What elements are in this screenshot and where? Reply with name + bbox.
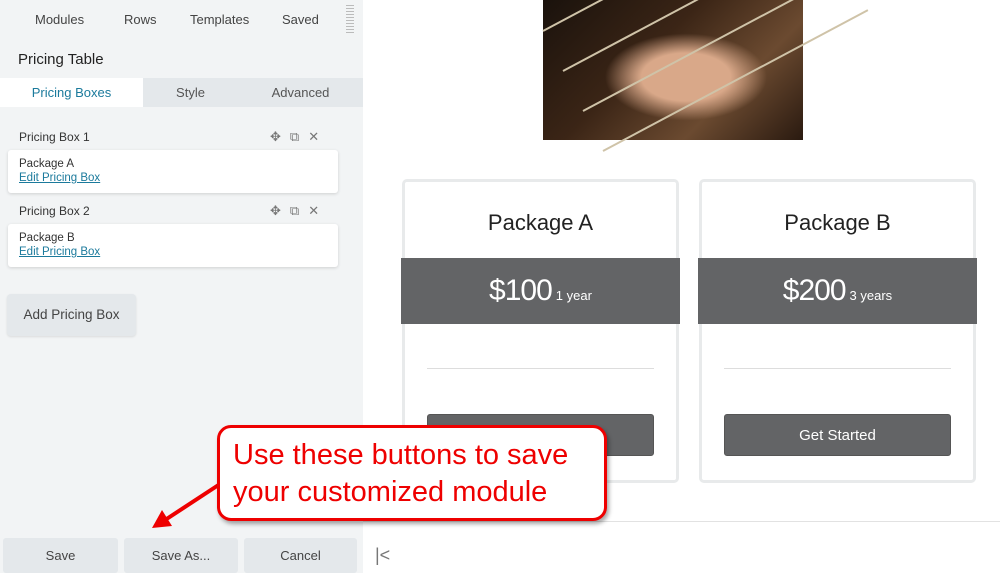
drag-handle-icon[interactable] bbox=[346, 5, 354, 35]
save-button[interactable]: Save bbox=[3, 538, 118, 573]
edit-pricing-box-link[interactable]: Edit Pricing Box bbox=[19, 171, 327, 185]
pricing-box-header: Pricing Box 1 bbox=[19, 130, 90, 144]
move-icon[interactable]: ✥ bbox=[270, 203, 281, 219]
edit-pricing-box-link[interactable]: Edit Pricing Box bbox=[19, 245, 327, 259]
price-band: $200 3 years bbox=[698, 258, 977, 324]
copy-icon[interactable]: ⧉ bbox=[290, 203, 299, 219]
copy-icon[interactable]: ⧉ bbox=[290, 129, 299, 145]
divider bbox=[724, 368, 951, 369]
price: $200 bbox=[782, 274, 847, 307]
callout-line: Use these buttons to save bbox=[233, 439, 569, 471]
guitar-photo bbox=[542, 0, 869, 152]
period: 1 year bbox=[555, 288, 592, 303]
pricing-box-b: Package B $200 3 years Get Started bbox=[698, 179, 977, 483]
nav-templates[interactable]: Templates bbox=[190, 12, 249, 27]
move-icon[interactable]: ✥ bbox=[270, 129, 281, 145]
cancel-button[interactable]: Cancel bbox=[244, 538, 357, 573]
package-title: Package B bbox=[784, 210, 891, 235]
nav-rows[interactable]: Rows bbox=[124, 12, 157, 27]
get-started-button[interactable]: Get Started bbox=[724, 414, 951, 456]
save-as-button[interactable]: Save As... bbox=[124, 538, 238, 573]
pricing-box-card: Package B Edit Pricing Box bbox=[8, 224, 338, 267]
period: 3 years bbox=[849, 288, 893, 303]
nav-saved[interactable]: Saved bbox=[282, 12, 319, 27]
divider bbox=[427, 368, 654, 369]
annotation-callout: Use these buttons to save your customize… bbox=[217, 425, 607, 521]
panel-title: Pricing Table bbox=[18, 51, 104, 68]
price: $100 bbox=[489, 274, 553, 307]
package-name: Package B bbox=[19, 232, 75, 244]
collapse-panel-icon[interactable]: |< bbox=[375, 545, 390, 566]
divider bbox=[363, 521, 1000, 522]
tab-advanced[interactable]: Advanced bbox=[238, 78, 363, 107]
close-icon[interactable]: ✕ bbox=[308, 129, 319, 145]
top-nav: Modules Rows Templates Saved bbox=[0, 12, 363, 30]
pricing-box-header: Pricing Box 2 bbox=[19, 204, 90, 218]
package-title: Package A bbox=[487, 210, 594, 235]
callout-line: your customized module bbox=[233, 476, 548, 508]
package-name: Package A bbox=[19, 158, 74, 170]
price-band: $100 1 year bbox=[401, 258, 680, 324]
close-icon[interactable]: ✕ bbox=[308, 203, 319, 219]
tab-style[interactable]: Style bbox=[143, 78, 238, 107]
tab-pricing-boxes[interactable]: Pricing Boxes bbox=[0, 78, 143, 107]
pricing-box-card: Package A Edit Pricing Box bbox=[8, 150, 338, 193]
add-pricing-box-button[interactable]: Add Pricing Box bbox=[7, 294, 136, 336]
nav-modules[interactable]: Modules bbox=[35, 12, 84, 27]
tab-bar: Pricing Boxes Style Advanced bbox=[0, 78, 363, 107]
